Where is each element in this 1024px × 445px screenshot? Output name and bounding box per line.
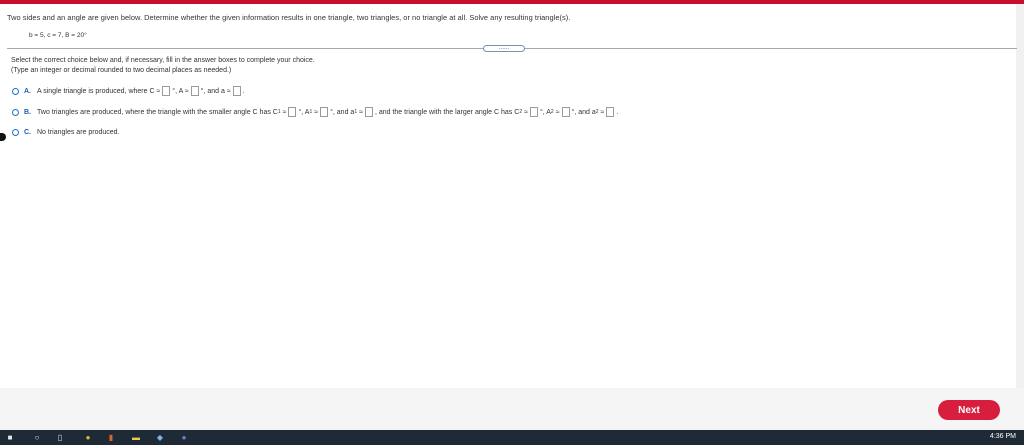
top-accent-bar — [0, 0, 1024, 4]
next-button[interactable]: Next — [938, 400, 1000, 420]
answer-box-c2[interactable] — [529, 107, 538, 117]
option-b-mid: , and the triangle with the larger angle… — [374, 108, 520, 116]
option-b-letter: B. — [24, 108, 31, 116]
answer-box-a1-angle[interactable] — [320, 107, 329, 117]
option-a-end: . — [242, 87, 245, 95]
option-b-sub-2b: 2 — [550, 109, 554, 115]
answer-box-a2-angle[interactable] — [561, 107, 570, 117]
option-a-text-c: A single triangle is produced, where C ≈ — [37, 87, 161, 95]
option-b-approx-2c: ≈ — [600, 108, 605, 116]
option-a-text-a-side: °, and a ≈ — [200, 87, 231, 95]
option-b-approx-1a: ≈ — [282, 108, 287, 116]
vertical-scrollbar[interactable] — [1016, 4, 1024, 429]
photos-icon[interactable]: ◆ — [156, 434, 164, 442]
option-b-sub-2c: 2 — [595, 109, 599, 115]
option-b-radio[interactable] — [12, 108, 19, 116]
expand-button[interactable]: ...... — [483, 45, 525, 52]
option-b-intro: Two triangles are produced, where the tr… — [37, 108, 278, 116]
option-b-approx-1b: ≈ — [314, 108, 319, 116]
answer-box-c[interactable] — [162, 86, 171, 96]
cursor-marker — [0, 133, 6, 141]
instruction-line-2: (Type an integer or decimal rounded to t… — [11, 67, 232, 74]
option-b-sub-1b: 1 — [309, 109, 313, 115]
option-b-approx-2a: ≈ — [524, 108, 528, 116]
option-b-sub-1a: 1 — [277, 109, 281, 115]
option-a[interactable]: A. A single triangle is produced, where … — [12, 85, 245, 97]
answer-box-a-side[interactable] — [232, 86, 241, 96]
option-b-deg-1a: °, A — [298, 108, 310, 116]
option-b-deg-2b: °, and a — [571, 108, 596, 116]
option-b[interactable]: B. Two triangles are produced, where the… — [12, 106, 618, 118]
app-icon[interactable]: ● — [180, 434, 188, 442]
instruction-line-1: Select the correct choice below and, if … — [11, 57, 315, 64]
office-icon[interactable]: ▮ — [107, 434, 115, 442]
chrome-icon[interactable]: ● — [84, 434, 92, 442]
taskbar: ■ ○ ▯ ● ▮ ▬ ◆ ● 4:36 PM — [0, 430, 1024, 445]
option-c-letter: C. — [24, 128, 31, 136]
option-b-sub-1c: 1 — [354, 109, 358, 115]
question-text: Two sides and an angle are given below. … — [7, 13, 571, 22]
answer-box-a2-side[interactable] — [606, 107, 615, 117]
footer-bar — [0, 388, 1024, 430]
clock: 4:36 PM — [989, 433, 1016, 440]
task-view-icon[interactable]: ▯ — [56, 434, 64, 442]
option-b-approx-1c: ≈ — [359, 108, 363, 116]
answer-box-a-angle[interactable] — [190, 86, 199, 96]
option-a-letter: A. — [24, 87, 31, 95]
option-b-deg-2a: °, A — [539, 108, 551, 116]
option-c-radio[interactable] — [12, 128, 19, 136]
answer-box-a1-side[interactable] — [364, 107, 373, 117]
option-b-approx-2b: ≈ — [555, 108, 560, 116]
answer-box-c1[interactable] — [288, 107, 297, 117]
option-b-deg-1b: °, and a — [330, 108, 355, 116]
option-b-sub-2a: 2 — [519, 109, 523, 115]
file-explorer-icon[interactable]: ▬ — [132, 434, 140, 442]
option-c-text: No triangles are produced. — [37, 128, 120, 136]
given-values: b = 5, c = 7, B = 20° — [29, 32, 87, 39]
option-a-text-a-angle: °, A ≈ — [172, 87, 189, 95]
windows-icon[interactable]: ■ — [6, 434, 14, 442]
option-c[interactable]: C. No triangles are produced. — [12, 126, 120, 138]
option-b-end: . — [616, 108, 619, 116]
option-a-radio[interactable] — [12, 87, 19, 95]
search-icon[interactable]: ○ — [33, 434, 41, 442]
